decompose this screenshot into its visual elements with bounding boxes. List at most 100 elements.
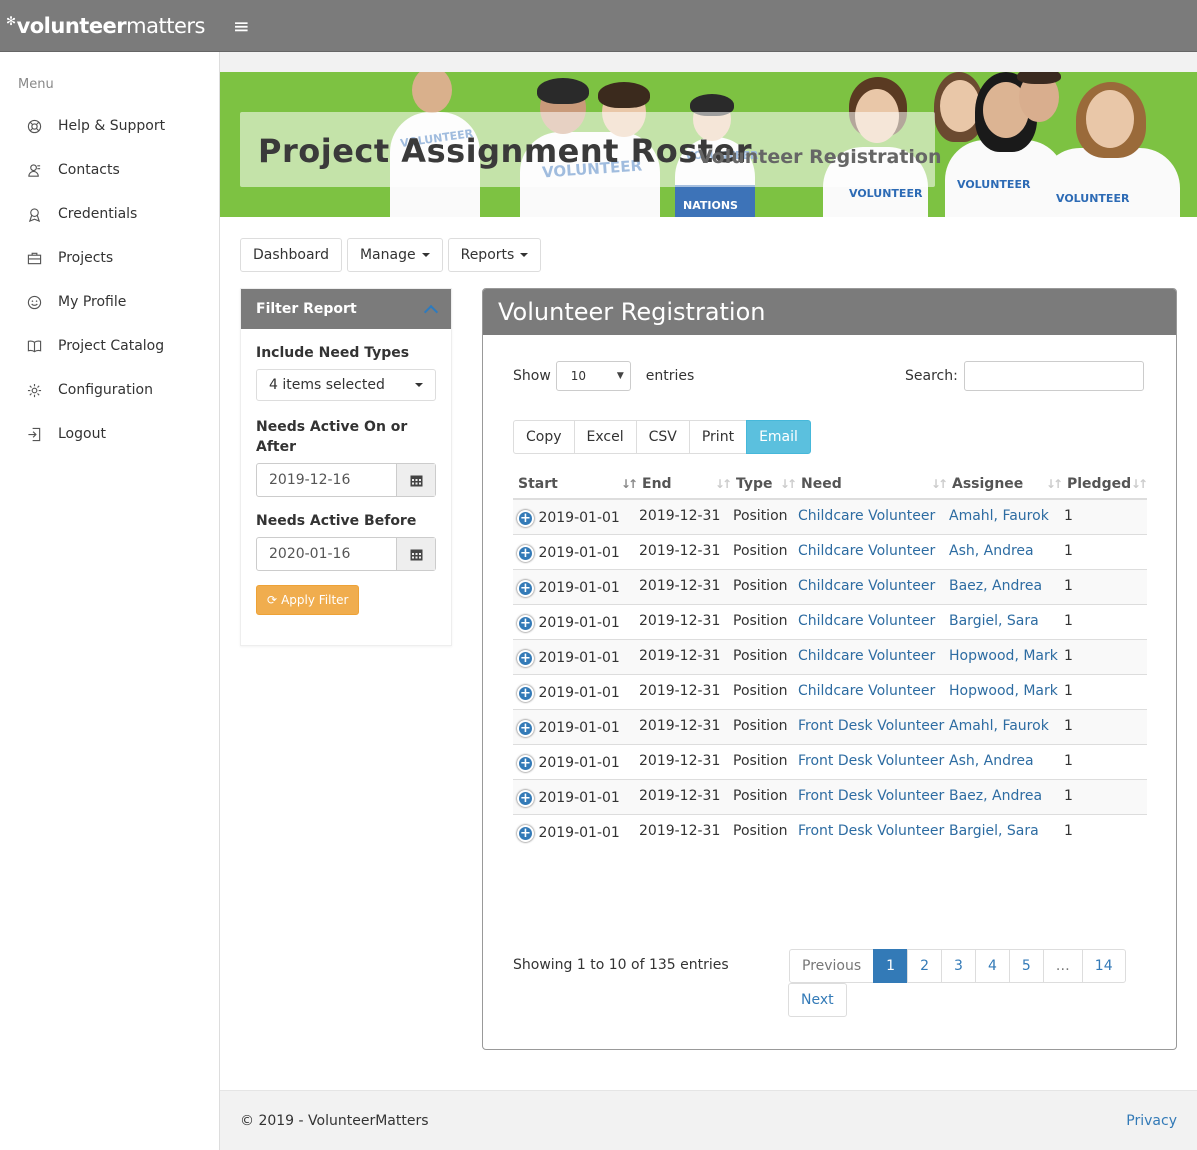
sidebar-item-label: Credentials xyxy=(58,206,138,222)
reports-label: Reports xyxy=(460,247,515,263)
sidebar-item-configuration[interactable]: Configuration xyxy=(0,368,219,412)
pledged-cell: 1 xyxy=(1062,779,1147,815)
copy-button[interactable]: Copy xyxy=(513,420,575,454)
need-link[interactable]: Childcare Volunteer xyxy=(798,543,935,559)
pagination-previous[interactable]: Previous xyxy=(789,949,875,983)
assignee-link[interactable]: Baez, Andrea xyxy=(949,578,1042,594)
need-link[interactable]: Front Desk Volunteer xyxy=(798,718,944,734)
sidebar-item-help-support[interactable]: Help & Support xyxy=(0,104,219,148)
csv-button[interactable]: CSV xyxy=(635,420,690,454)
need-link[interactable]: Childcare Volunteer xyxy=(798,683,935,699)
search-input[interactable] xyxy=(963,361,1144,391)
assignee-link[interactable]: Ash, Andrea xyxy=(949,543,1034,559)
expand-row-icon[interactable]: + xyxy=(517,790,534,807)
column-header-start[interactable]: Start ↓↑ xyxy=(513,469,638,500)
column-header-need[interactable]: Need ↓↑ xyxy=(796,469,948,500)
sidebar-item-logout[interactable]: Logout xyxy=(0,412,219,456)
hamburger-menu-icon[interactable]: ≡ xyxy=(233,14,250,38)
expand-row-icon[interactable]: + xyxy=(517,755,534,772)
pagination-page[interactable]: 14 xyxy=(1081,949,1126,983)
entries-select[interactable]: 10 ▼ xyxy=(555,361,631,391)
excel-button[interactable]: Excel xyxy=(573,420,637,454)
chevron-up-icon[interactable] xyxy=(423,304,439,320)
manage-label: Manage xyxy=(359,247,416,263)
end-cell: 2019-12-31 xyxy=(637,779,731,815)
brand-logo[interactable]: ✻volunteermatters xyxy=(6,14,205,38)
top-bar: ✻volunteermatters ≡ xyxy=(0,0,1197,52)
need-link[interactable]: Front Desk Volunteer xyxy=(798,823,944,839)
need-cell: Childcare Volunteer xyxy=(796,639,947,675)
pagination-page[interactable]: 2 xyxy=(907,949,943,983)
calendar-icon[interactable] xyxy=(396,538,435,570)
privacy-link[interactable]: Privacy xyxy=(1126,1113,1177,1129)
assignee-link[interactable]: Amahl, Faurok xyxy=(949,508,1049,524)
need-types-select[interactable]: 4 items selected xyxy=(256,369,436,401)
pagination-page[interactable]: 3 xyxy=(941,949,976,983)
start-date: 2019-01-01 xyxy=(538,615,620,631)
pagination-page[interactable]: 5 xyxy=(1008,949,1044,983)
need-link[interactable]: Childcare Volunteer xyxy=(798,578,935,594)
dashboard-label: Dashboard xyxy=(253,247,329,263)
assignee-link[interactable]: Amahl, Faurok xyxy=(949,718,1049,734)
expand-row-icon[interactable]: + xyxy=(517,510,534,527)
active-before-date-field[interactable]: 2020-01-16 xyxy=(256,537,436,571)
need-link[interactable]: Front Desk Volunteer xyxy=(798,753,944,769)
main-content: VOLUNTEER VOLUNTEER VOLUNTEER NATIONS VO… xyxy=(220,52,1197,1150)
sidebar-item-my-profile[interactable]: My Profile xyxy=(0,280,219,324)
sidebar-item-project-catalog[interactable]: Project Catalog xyxy=(0,324,219,368)
expand-row-icon[interactable]: + xyxy=(517,615,534,632)
active-before-date-value[interactable]: 2020-01-16 xyxy=(257,538,396,570)
pagination-page[interactable]: 1 xyxy=(873,949,909,983)
email-button[interactable]: Email xyxy=(746,420,811,454)
need-link[interactable]: Front Desk Volunteer xyxy=(798,788,944,804)
calendar-icon[interactable] xyxy=(396,464,435,496)
pagination-page[interactable]: 4 xyxy=(974,949,1010,983)
need-link[interactable]: Childcare Volunteer xyxy=(798,508,935,524)
sidebar-item-credentials[interactable]: Credentials xyxy=(0,192,219,236)
assignee-link[interactable]: Bargiel, Sara xyxy=(949,823,1039,839)
need-link[interactable]: Childcare Volunteer xyxy=(798,648,935,664)
sidebar-item-projects[interactable]: Projects xyxy=(0,236,219,280)
filter-panel-header[interactable]: Filter Report xyxy=(241,289,451,329)
table-row: + 2019-01-01 2019-12-31 Position Childcare … xyxy=(513,534,1147,570)
need-link[interactable]: Childcare Volunteer xyxy=(798,613,935,629)
assignee-link[interactable]: Bargiel, Sara xyxy=(949,613,1039,629)
need-cell: Childcare Volunteer xyxy=(796,674,947,710)
assignee-link[interactable]: Hopwood, Mark xyxy=(949,683,1058,699)
pledged-cell: 1 xyxy=(1062,534,1147,570)
expand-row-icon[interactable]: + xyxy=(517,650,534,667)
active-on-date-value[interactable]: 2019-12-16 xyxy=(257,464,396,496)
end-cell: 2019-12-31 xyxy=(637,814,731,849)
column-header-end[interactable]: End ↓↑ xyxy=(637,469,732,500)
column-header-type[interactable]: Type ↓↑ xyxy=(731,469,797,500)
expand-row-icon[interactable]: + xyxy=(517,685,534,702)
column-header-assignee[interactable]: Assignee ↓↑ xyxy=(947,469,1063,500)
refresh-icon: ⟳ xyxy=(267,593,278,607)
apply-filter-button[interactable]: ⟳ Apply Filter xyxy=(256,585,360,615)
active-on-label: Needs Active On or After xyxy=(256,419,408,455)
active-on-date-field[interactable]: 2019-12-16 xyxy=(256,463,436,497)
assignee-link[interactable]: Hopwood, Mark xyxy=(949,648,1058,664)
start-cell: + 2019-01-01 xyxy=(513,639,637,675)
pledged-cell: 1 xyxy=(1062,569,1147,605)
print-button[interactable]: Print xyxy=(688,420,748,454)
dashboard-button[interactable]: Dashboard xyxy=(240,238,342,272)
pagination-next[interactable]: Next xyxy=(788,983,847,1017)
sidebar-item-label: Projects xyxy=(58,250,114,266)
table-header-row: Start ↓↑ End ↓↑ Type ↓↑ Need ↓↑ Assignee ↓↑ P… xyxy=(513,469,1148,500)
sidebar-item-contacts[interactable]: Contacts xyxy=(0,148,219,192)
expand-row-icon[interactable]: + xyxy=(517,720,534,737)
expand-row-icon[interactable]: + xyxy=(517,545,534,562)
assignee-cell: Hopwood, Mark xyxy=(947,639,1062,675)
reports-dropdown[interactable]: Reports xyxy=(447,238,542,272)
donation-box: NATIONS xyxy=(675,185,755,217)
expand-row-icon[interactable]: + xyxy=(517,580,534,597)
expand-row-icon[interactable]: + xyxy=(517,825,534,842)
start-date: 2019-01-01 xyxy=(538,685,620,701)
assignee-link[interactable]: Ash, Andrea xyxy=(949,753,1034,769)
manage-dropdown[interactable]: Manage xyxy=(346,238,443,272)
select-arrow-icon: ▼ xyxy=(616,371,624,381)
column-header-pledged[interactable]: Pledged ↓↑ xyxy=(1062,469,1148,500)
sidebar-item-label: Help & Support xyxy=(58,118,166,134)
assignee-link[interactable]: Baez, Andrea xyxy=(949,788,1042,804)
